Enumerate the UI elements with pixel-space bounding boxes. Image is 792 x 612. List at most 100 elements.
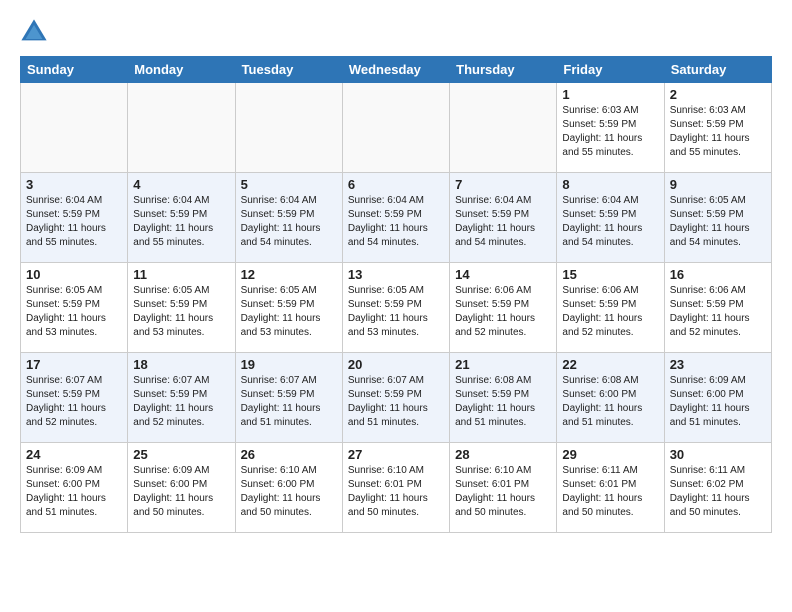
header — [20, 18, 772, 46]
day-number: 17 — [26, 357, 122, 372]
weekday-header-thursday: Thursday — [450, 57, 557, 83]
day-info: Sunrise: 6:08 AM Sunset: 6:00 PM Dayligh… — [562, 374, 658, 430]
calendar-week-row: 24 Sunrise: 6:09 AM Sunset: 6:00 PM Dayli… — [21, 443, 772, 533]
calendar-week-row: 1 Sunrise: 6:03 AM Sunset: 5:59 PM Daylig… — [21, 83, 772, 173]
day-info: Sunrise: 6:07 AM Sunset: 5:59 PM Dayligh… — [26, 374, 122, 430]
day-info: Sunrise: 6:05 AM Sunset: 5:59 PM Dayligh… — [241, 284, 337, 340]
calendar-cell: 12 Sunrise: 6:05 AM Sunset: 5:59 PM Dayli… — [235, 263, 342, 353]
day-info: Sunrise: 6:03 AM Sunset: 5:59 PM Dayligh… — [562, 104, 658, 160]
calendar: SundayMondayTuesdayWednesdayThursdayFrid… — [20, 56, 772, 533]
day-info: Sunrise: 6:09 AM Sunset: 6:00 PM Dayligh… — [670, 374, 766, 430]
day-info: Sunrise: 6:04 AM Sunset: 5:59 PM Dayligh… — [348, 194, 444, 250]
calendar-cell: 3Sunrise: 6:04 AM Sunset: 5:59 PM Daylig… — [21, 173, 128, 263]
day-info: Sunrise: 6:04 AM Sunset: 5:59 PM Dayligh… — [133, 194, 229, 250]
day-number: 2 — [670, 87, 766, 102]
page: SundayMondayTuesdayWednesdayThursdayFrid… — [0, 0, 792, 551]
day-number: 24 — [26, 447, 122, 462]
day-info: Sunrise: 6:07 AM Sunset: 5:59 PM Dayligh… — [241, 374, 337, 430]
day-number: 18 — [133, 357, 229, 372]
day-info: Sunrise: 6:04 AM Sunset: 5:59 PM Dayligh… — [455, 194, 551, 250]
calendar-cell: 28 Sunrise: 6:10 AM Sunset: 6:01 PM Dayli… — [450, 443, 557, 533]
calendar-cell: 14Sunrise: 6:06 AM Sunset: 5:59 PM Dayli… — [450, 263, 557, 353]
day-info: Sunrise: 6:11 AM Sunset: 6:01 PM Dayligh… — [562, 464, 658, 520]
calendar-cell: 10 Sunrise: 6:05 AM Sunset: 5:59 PM Dayli… — [21, 263, 128, 353]
day-number: 19 — [241, 357, 337, 372]
day-info: Sunrise: 6:09 AM Sunset: 6:00 PM Dayligh… — [26, 464, 122, 520]
calendar-cell: 30 Sunrise: 6:11 AM Sunset: 6:02 PM Dayli… — [664, 443, 771, 533]
calendar-cell — [128, 83, 235, 173]
day-info: Sunrise: 6:10 AM Sunset: 6:01 PM Dayligh… — [348, 464, 444, 520]
day-info: Sunrise: 6:06 AM Sunset: 5:59 PM Dayligh… — [670, 284, 766, 340]
day-number: 8 — [562, 177, 658, 192]
calendar-cell: 29 Sunrise: 6:11 AM Sunset: 6:01 PM Dayli… — [557, 443, 664, 533]
calendar-cell: 20Sunrise: 6:07 AM Sunset: 5:59 PM Dayli… — [342, 353, 449, 443]
day-info: Sunrise: 6:04 AM Sunset: 5:59 PM Dayligh… — [241, 194, 337, 250]
day-info: Sunrise: 6:05 AM Sunset: 5:59 PM Dayligh… — [26, 284, 122, 340]
day-number: 1 — [562, 87, 658, 102]
day-number: 28 — [455, 447, 551, 462]
calendar-week-row: 10 Sunrise: 6:05 AM Sunset: 5:59 PM Dayli… — [21, 263, 772, 353]
day-info: Sunrise: 6:05 AM Sunset: 5:59 PM Dayligh… — [670, 194, 766, 250]
calendar-cell: 15 Sunrise: 6:06 AM Sunset: 5:59 PM Dayli… — [557, 263, 664, 353]
calendar-cell: 17 Sunrise: 6:07 AM Sunset: 5:59 PM Dayli… — [21, 353, 128, 443]
day-info: Sunrise: 6:07 AM Sunset: 5:59 PM Dayligh… — [133, 374, 229, 430]
day-number: 23 — [670, 357, 766, 372]
day-number: 20 — [348, 357, 444, 372]
calendar-cell — [235, 83, 342, 173]
calendar-cell: 23 Sunrise: 6:09 AM Sunset: 6:00 PM Dayli… — [664, 353, 771, 443]
calendar-cell: 1 Sunrise: 6:03 AM Sunset: 5:59 PM Daylig… — [557, 83, 664, 173]
logo-icon — [20, 18, 48, 46]
day-number: 14 — [455, 267, 551, 282]
weekday-header-tuesday: Tuesday — [235, 57, 342, 83]
calendar-cell: 26 Sunrise: 6:10 AM Sunset: 6:00 PM Dayli… — [235, 443, 342, 533]
day-number: 7 — [455, 177, 551, 192]
day-number: 9 — [670, 177, 766, 192]
calendar-cell — [342, 83, 449, 173]
day-number: 26 — [241, 447, 337, 462]
day-info: Sunrise: 6:04 AM Sunset: 5:59 PM Dayligh… — [562, 194, 658, 250]
calendar-cell: 19 Sunrise: 6:07 AM Sunset: 5:59 PM Dayli… — [235, 353, 342, 443]
calendar-cell: 27Sunrise: 6:10 AM Sunset: 6:01 PM Dayli… — [342, 443, 449, 533]
day-number: 6 — [348, 177, 444, 192]
logo — [20, 18, 52, 46]
calendar-cell: 22 Sunrise: 6:08 AM Sunset: 6:00 PM Dayli… — [557, 353, 664, 443]
calendar-cell: 4 Sunrise: 6:04 AM Sunset: 5:59 PM Daylig… — [128, 173, 235, 263]
weekday-header-saturday: Saturday — [664, 57, 771, 83]
calendar-cell: 2 Sunrise: 6:03 AM Sunset: 5:59 PM Daylig… — [664, 83, 771, 173]
calendar-cell — [450, 83, 557, 173]
day-number: 30 — [670, 447, 766, 462]
weekday-header-friday: Friday — [557, 57, 664, 83]
day-info: Sunrise: 6:05 AM Sunset: 5:59 PM Dayligh… — [133, 284, 229, 340]
day-number: 4 — [133, 177, 229, 192]
calendar-cell: 25 Sunrise: 6:09 AM Sunset: 6:00 PM Dayli… — [128, 443, 235, 533]
day-info: Sunrise: 6:06 AM Sunset: 5:59 PM Dayligh… — [562, 284, 658, 340]
day-number: 25 — [133, 447, 229, 462]
calendar-cell: 24 Sunrise: 6:09 AM Sunset: 6:00 PM Dayli… — [21, 443, 128, 533]
weekday-header-sunday: Sunday — [21, 57, 128, 83]
day-number: 5 — [241, 177, 337, 192]
day-info: Sunrise: 6:10 AM Sunset: 6:00 PM Dayligh… — [241, 464, 337, 520]
day-info: Sunrise: 6:08 AM Sunset: 5:59 PM Dayligh… — [455, 374, 551, 430]
calendar-cell: 18 Sunrise: 6:07 AM Sunset: 5:59 PM Dayli… — [128, 353, 235, 443]
calendar-week-row: 17 Sunrise: 6:07 AM Sunset: 5:59 PM Dayli… — [21, 353, 772, 443]
day-number: 3 — [26, 177, 122, 192]
day-number: 12 — [241, 267, 337, 282]
day-info: Sunrise: 6:03 AM Sunset: 5:59 PM Dayligh… — [670, 104, 766, 160]
day-number: 29 — [562, 447, 658, 462]
calendar-week-row: 3 Sunrise: 6:04 AM Sunset: 5:59 PM Daylig… — [21, 173, 772, 263]
day-number: 16 — [670, 267, 766, 282]
day-info: Sunrise: 6:05 AM Sunset: 5:59 PM Dayligh… — [348, 284, 444, 340]
day-number: 22 — [562, 357, 658, 372]
calendar-header-row: SundayMondayTuesdayWednesdayThursdayFrid… — [21, 57, 772, 83]
day-number: 10 — [26, 267, 122, 282]
calendar-cell: 6 Sunrise: 6:04 AM Sunset: 5:59 PM Daylig… — [342, 173, 449, 263]
calendar-cell: 9 Sunrise: 6:05 AM Sunset: 5:59 PM Daylig… — [664, 173, 771, 263]
day-info: Sunrise: 6:09 AM Sunset: 6:00 PM Dayligh… — [133, 464, 229, 520]
day-number: 11 — [133, 267, 229, 282]
day-number: 15 — [562, 267, 658, 282]
calendar-cell: 13Sunrise: 6:05 AM Sunset: 5:59 PM Dayli… — [342, 263, 449, 353]
calendar-cell: 5 Sunrise: 6:04 AM Sunset: 5:59 PM Daylig… — [235, 173, 342, 263]
day-info: Sunrise: 6:10 AM Sunset: 6:01 PM Dayligh… — [455, 464, 551, 520]
calendar-cell: 16 Sunrise: 6:06 AM Sunset: 5:59 PM Dayli… — [664, 263, 771, 353]
day-info: Sunrise: 6:11 AM Sunset: 6:02 PM Dayligh… — [670, 464, 766, 520]
